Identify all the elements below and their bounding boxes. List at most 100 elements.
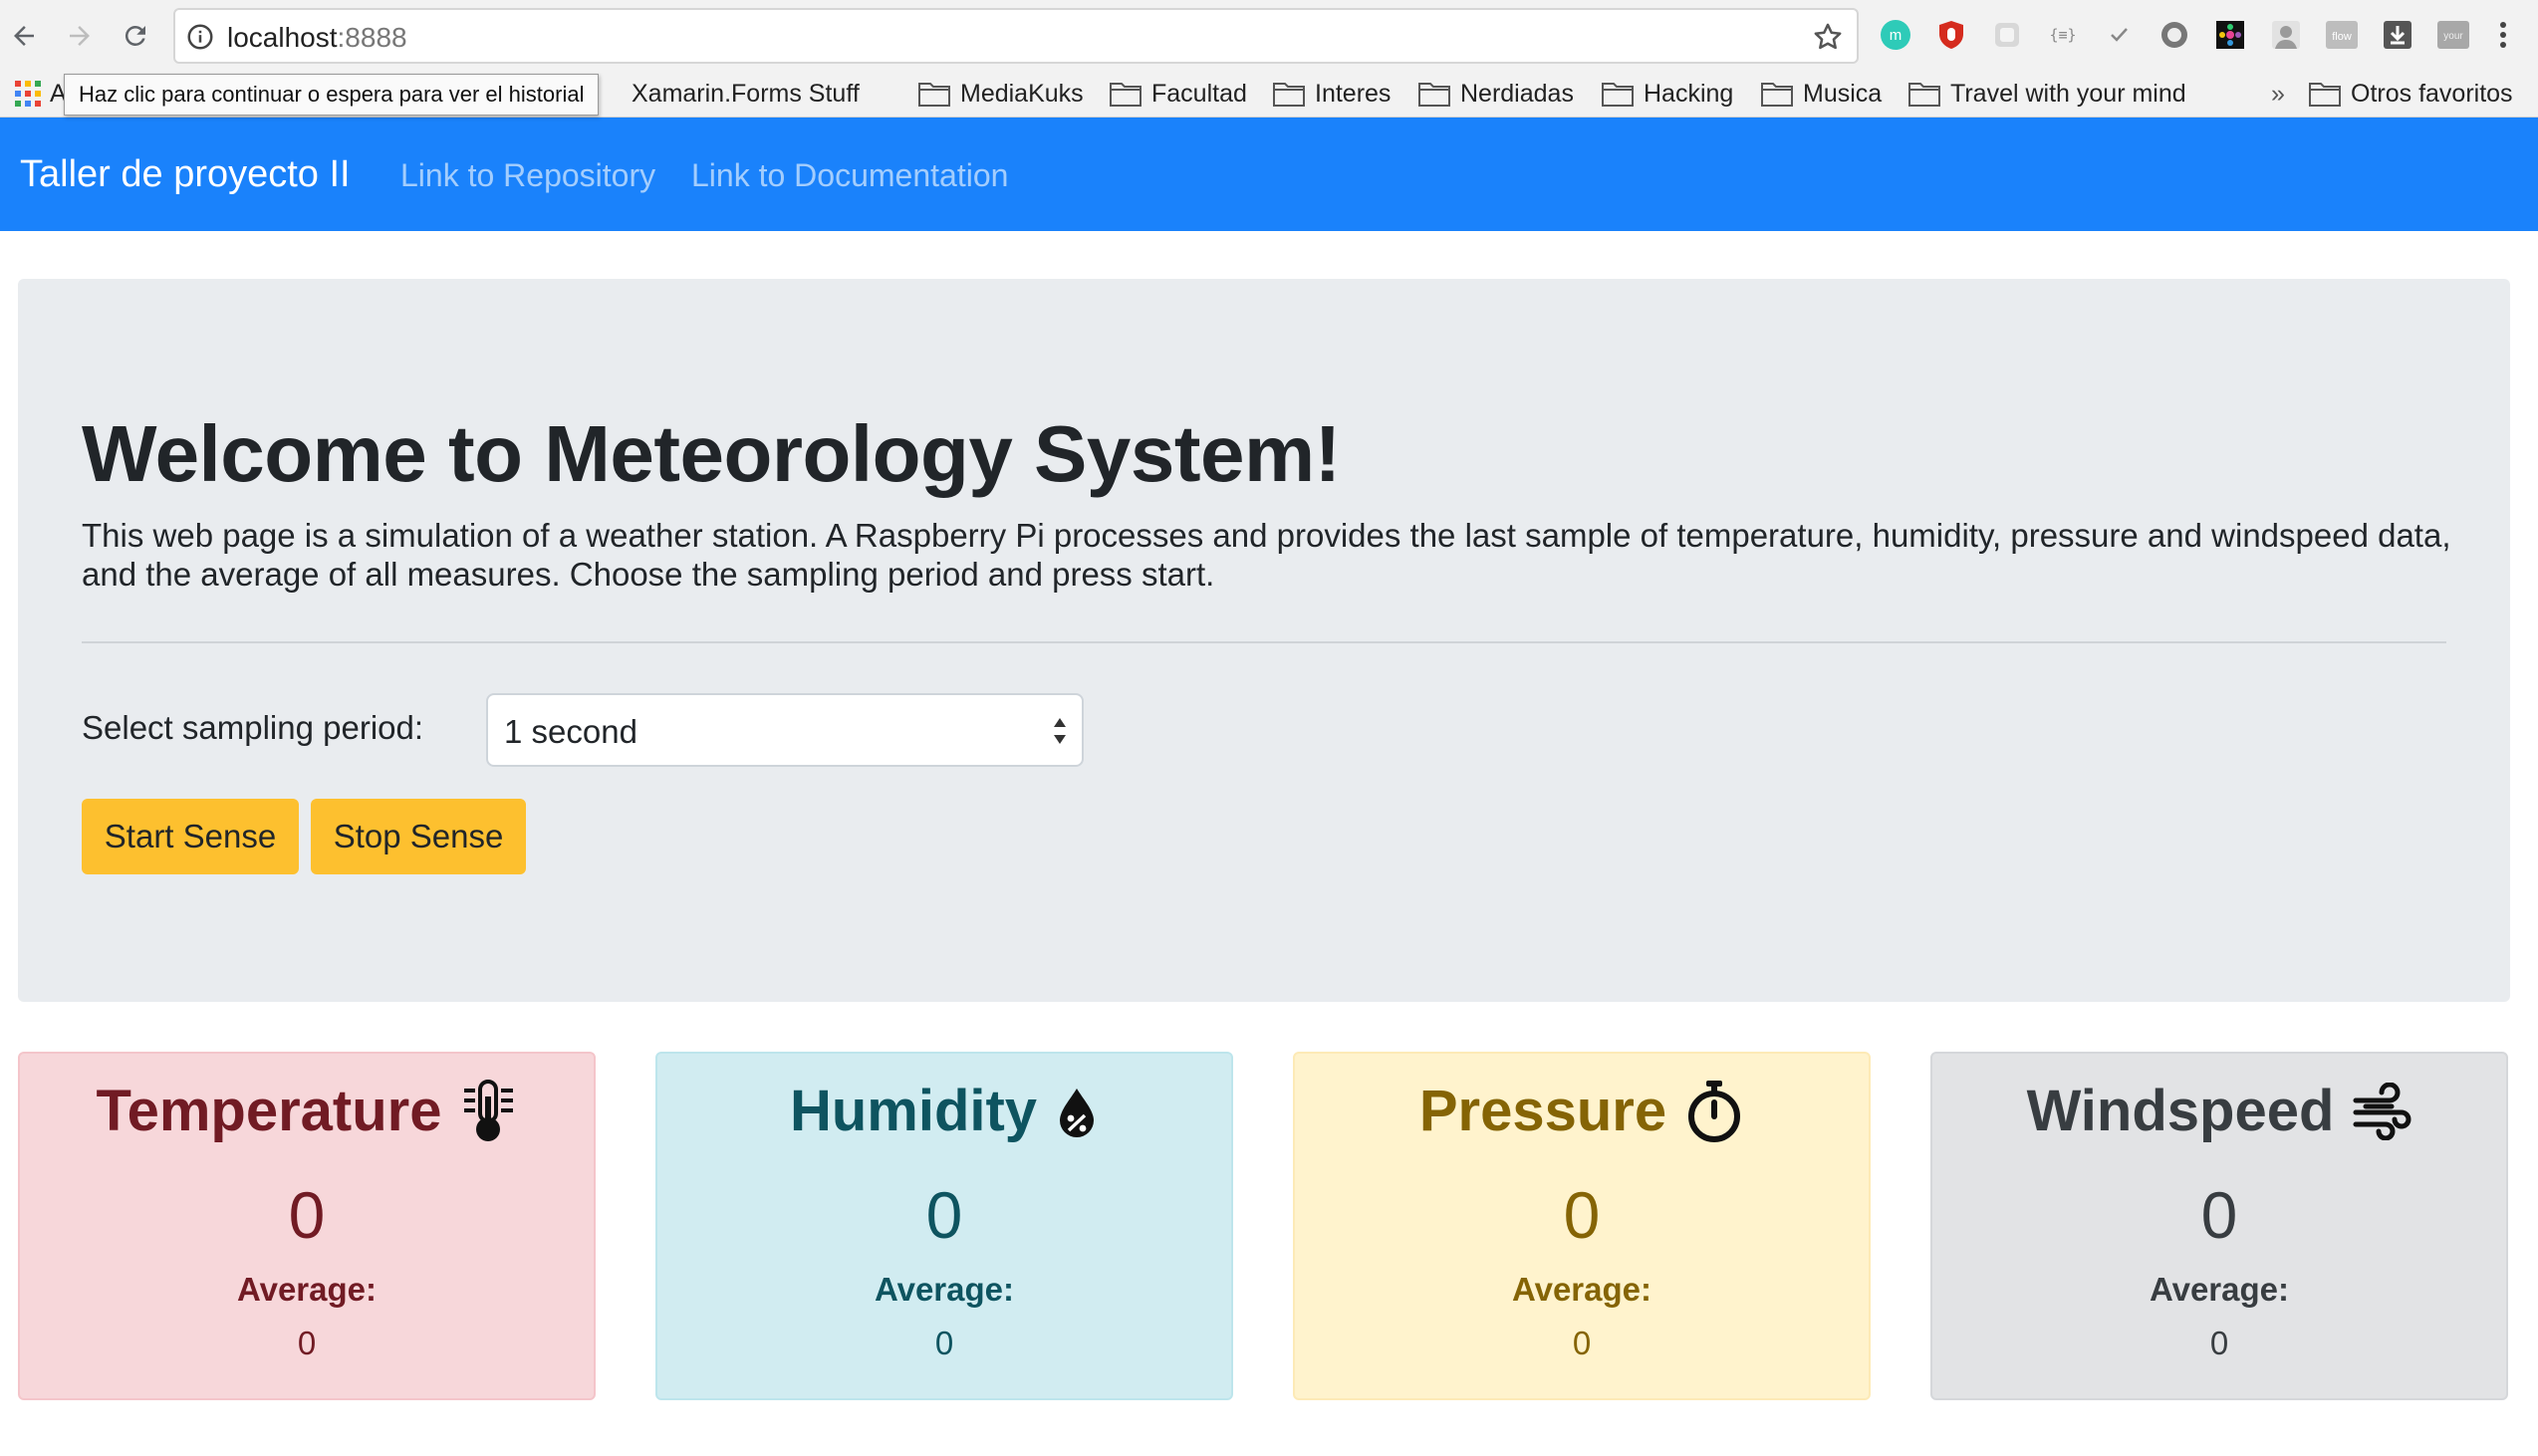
bookmark-xamarin[interactable]: Xamarin.Forms Stuff bbox=[632, 76, 860, 112]
bookmark-label: Xamarin.Forms Stuff bbox=[632, 79, 860, 108]
address-bar[interactable]: localhost:8888 bbox=[173, 8, 1859, 64]
circle-extension-icon[interactable] bbox=[2157, 18, 2191, 52]
folder-icon bbox=[2309, 83, 2341, 107]
your-extension-text: your bbox=[2443, 31, 2463, 42]
thermometer-icon bbox=[463, 1079, 513, 1141]
average-value: 0 bbox=[2209, 1325, 2229, 1361]
bookmark-star-icon[interactable] bbox=[1811, 20, 1845, 54]
ublock-icon[interactable] bbox=[1934, 18, 1968, 52]
card-title-text: Temperature bbox=[96, 1079, 442, 1143]
history-tooltip: Haz clic para continuar o espera para ve… bbox=[64, 74, 600, 116]
divider bbox=[82, 641, 2446, 643]
bookmark-folder-musica[interactable]: Musica bbox=[1761, 76, 1882, 112]
reload-button[interactable] bbox=[114, 14, 157, 58]
browser-menu-button[interactable] bbox=[2486, 18, 2520, 52]
bookmark-label: Otros favoritos bbox=[2351, 79, 2513, 108]
svg-text:m: m bbox=[1890, 27, 1903, 44]
bookmark-label: Musica bbox=[1803, 79, 1883, 108]
download-extension-icon[interactable] bbox=[2381, 18, 2414, 52]
navbar-brand[interactable]: Taller de proyecto II bbox=[20, 153, 351, 196]
your-extension-icon[interactable]: your bbox=[2436, 18, 2470, 52]
svg-text:{≡}: {≡} bbox=[2049, 26, 2076, 44]
link-to-documentation[interactable]: Link to Documentation bbox=[691, 157, 1008, 194]
wind-icon bbox=[2353, 1082, 2411, 1140]
average-value: 0 bbox=[934, 1325, 954, 1361]
folder-icon bbox=[1908, 83, 1940, 107]
average-value: 0 bbox=[1572, 1325, 1592, 1361]
temperature-card: Temperature 0 Average: 0 bbox=[18, 1052, 596, 1400]
kebab-menu-icon bbox=[2500, 22, 2506, 48]
bookmark-label: Nerdiadas bbox=[1460, 79, 1574, 108]
humidity-drop-icon bbox=[1060, 1088, 1095, 1137]
bookmark-label: Hacking bbox=[1644, 79, 1734, 108]
bookmark-folder-otros-favoritos[interactable]: Otros favoritos bbox=[2309, 76, 2513, 112]
extension-icon[interactable] bbox=[1990, 18, 2024, 52]
bookmark-folder-travel[interactable]: Travel with your mind bbox=[1908, 76, 2186, 112]
back-arrow-icon bbox=[14, 26, 34, 46]
url-host: localhost bbox=[227, 22, 338, 53]
reload-icon bbox=[125, 25, 145, 46]
average-label: Average: bbox=[1511, 1271, 1651, 1308]
sampling-period-value: 1 second bbox=[504, 713, 637, 750]
card-title: Windspeed bbox=[1932, 1078, 2506, 1144]
current-value: 0 bbox=[925, 1178, 963, 1252]
back-button[interactable] bbox=[2, 14, 46, 58]
average-value: 0 bbox=[297, 1325, 317, 1361]
current-value: 0 bbox=[2200, 1178, 2238, 1252]
bookmark-folder-interes[interactable]: Interes bbox=[1273, 76, 1391, 112]
bookmark-folder-facultad[interactable]: Facultad bbox=[1110, 76, 1247, 112]
page-title: Welcome to Meteorology System! bbox=[82, 409, 1341, 498]
forward-arrow-icon bbox=[70, 26, 90, 46]
card-title-text: Windspeed bbox=[2026, 1079, 2335, 1143]
stopwatch-icon bbox=[1688, 1080, 1741, 1142]
card-title-text: Humidity bbox=[789, 1079, 1038, 1143]
mercury-icon[interactable]: m bbox=[1879, 18, 1912, 52]
folder-icon bbox=[1418, 83, 1450, 107]
card-title: Temperature bbox=[20, 1078, 594, 1144]
bookmark-folder-mediakuks[interactable]: MediaKuks bbox=[918, 76, 1084, 112]
folder-icon bbox=[1110, 83, 1142, 107]
current-value: 0 bbox=[288, 1178, 326, 1252]
flow-extension-text: flow bbox=[2332, 31, 2352, 43]
start-sense-button[interactable]: Start Sense bbox=[82, 799, 299, 874]
navbar: Taller de proyecto II Link to Repository… bbox=[0, 118, 2538, 231]
apps-shortcut[interactable]: A bbox=[14, 76, 67, 112]
card-title: Pressure bbox=[1295, 1078, 1869, 1144]
bookmark-label: MediaKuks bbox=[960, 79, 1084, 108]
jumbotron: Welcome to Meteorology System! This web … bbox=[18, 279, 2510, 1002]
bookmark-folder-hacking[interactable]: Hacking bbox=[1602, 76, 1733, 112]
color-picker-icon[interactable] bbox=[2213, 18, 2247, 52]
humidity-card: Humidity 0 Average: 0 bbox=[655, 1052, 1233, 1400]
bookmark-folder-nerdiadas[interactable]: Nerdiadas bbox=[1418, 76, 1574, 112]
forward-button[interactable] bbox=[58, 14, 102, 58]
average-label: Average: bbox=[2149, 1271, 2289, 1308]
checkmark-icon[interactable] bbox=[2102, 18, 2136, 52]
sampling-period-select[interactable]: 1 second bbox=[486, 693, 1084, 767]
card-title: Humidity bbox=[657, 1078, 1231, 1144]
select-arrows-icon bbox=[1054, 718, 1066, 744]
bookmark-label: Travel with your mind bbox=[1950, 79, 2186, 108]
url-text[interactable]: localhost:8888 bbox=[227, 22, 407, 54]
card-title-text: Pressure bbox=[1418, 1079, 1667, 1143]
link-to-repository[interactable]: Link to Repository bbox=[400, 157, 655, 194]
json-formatter-icon[interactable]: {≡} bbox=[2046, 18, 2080, 52]
info-icon[interactable] bbox=[185, 22, 215, 52]
average-label: Average: bbox=[236, 1271, 377, 1308]
url-port: :8888 bbox=[337, 22, 407, 53]
profile-extension-icon[interactable] bbox=[2269, 18, 2303, 52]
sampling-period-label: Select sampling period: bbox=[82, 709, 424, 746]
folder-icon bbox=[1273, 83, 1305, 107]
current-value: 0 bbox=[1563, 1178, 1601, 1252]
average-label: Average: bbox=[874, 1271, 1014, 1308]
bookmark-label: Facultad bbox=[1151, 79, 1247, 108]
windspeed-card: Windspeed 0 Average: 0 bbox=[1930, 1052, 2508, 1400]
intro-text: This web page is a simulation of a weath… bbox=[82, 517, 2451, 593]
pressure-card: Pressure 0 Average: 0 bbox=[1293, 1052, 1871, 1400]
folder-icon bbox=[1602, 83, 1634, 107]
more-bookmarks-button[interactable]: » bbox=[2271, 76, 2285, 112]
stop-sense-button[interactable]: Stop Sense bbox=[311, 799, 526, 874]
flow-extension-icon[interactable]: flow bbox=[2325, 18, 2359, 52]
folder-icon bbox=[918, 83, 950, 107]
chevron-double-right-icon: » bbox=[2271, 79, 2285, 108]
bookmark-label: Interes bbox=[1315, 79, 1392, 108]
